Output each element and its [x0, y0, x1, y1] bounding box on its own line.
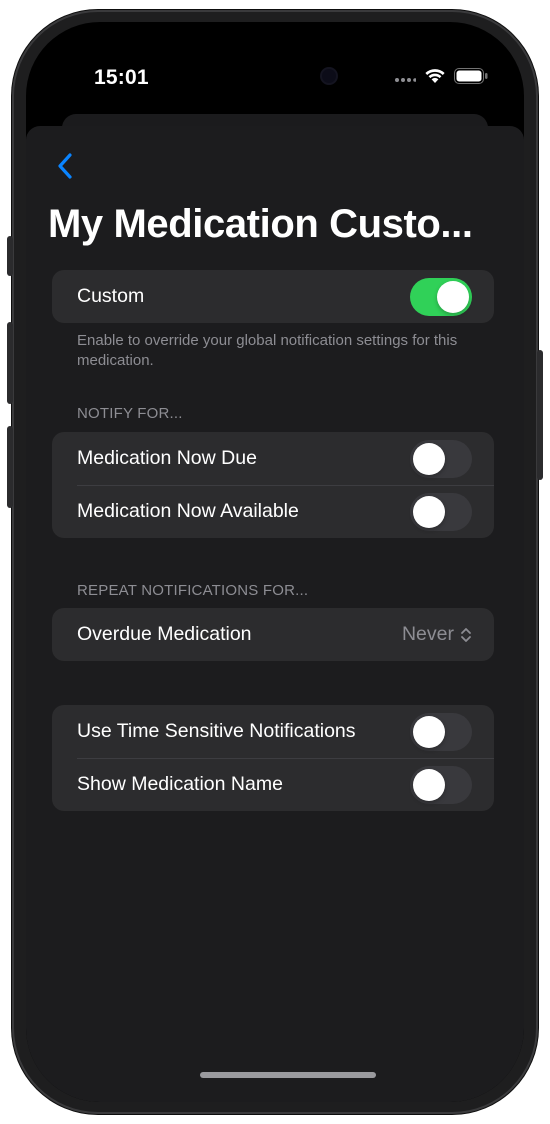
- power-button: [537, 350, 543, 480]
- options-group: Use Time Sensitive Notifications Show Me…: [52, 705, 494, 811]
- volume-up-button: [7, 322, 13, 404]
- overdue-medication-row[interactable]: Overdue Medication Never: [52, 608, 494, 661]
- notify-section-header: NOTIFY FOR...: [77, 405, 183, 422]
- show-medication-name-row: Show Medication Name: [52, 758, 494, 811]
- medication-now-available-row: Medication Now Available: [52, 485, 494, 538]
- custom-row: Custom: [52, 270, 494, 323]
- show-medication-name-label: Show Medication Name: [77, 773, 283, 795]
- time-sensitive-row: Use Time Sensitive Notifications: [52, 705, 494, 758]
- wifi-icon: [425, 69, 445, 83]
- medication-now-due-row: Medication Now Due: [52, 432, 494, 485]
- status-time: 15:01: [94, 66, 149, 89]
- time-sensitive-label: Use Time Sensitive Notifications: [77, 720, 356, 742]
- status-icons: [394, 68, 488, 84]
- medication-now-available-label: Medication Now Available: [77, 500, 299, 522]
- toggle-knob: [413, 495, 445, 528]
- custom-label: Custom: [77, 285, 145, 307]
- signal-icon: [395, 78, 416, 82]
- page-title: My Medication Custo...: [48, 202, 473, 246]
- show-medication-name-toggle[interactable]: [410, 765, 472, 804]
- repeat-picker-value: Never: [401, 623, 454, 645]
- camera-icon: [322, 69, 336, 83]
- toggle-knob: [413, 442, 445, 475]
- toggle-knob: [437, 280, 469, 313]
- time-sensitive-toggle[interactable]: [410, 712, 472, 751]
- status-bar: 15:01: [26, 22, 524, 114]
- battery-icon: [454, 68, 488, 84]
- phone-frame: 15:01 My Medication Custo... Custom Enab…: [7, 10, 543, 1114]
- medication-now-available-toggle[interactable]: [410, 492, 472, 531]
- settings-sheet: My Medication Custo... Custom Enable to …: [26, 126, 524, 1102]
- screen: 15:01 My Medication Custo... Custom Enab…: [26, 22, 524, 1102]
- medication-now-due-toggle[interactable]: [410, 439, 472, 478]
- chevron-up-down-icon: [461, 627, 471, 642]
- custom-footnote: Enable to override your global notificat…: [77, 332, 458, 369]
- repeat-group: Overdue Medication Never: [52, 608, 494, 661]
- volume-down-button: [7, 426, 13, 508]
- toggle-knob: [413, 768, 445, 801]
- repeat-picker[interactable]: Never: [402, 623, 472, 646]
- custom-group: Custom: [52, 270, 494, 323]
- custom-toggle[interactable]: [410, 277, 472, 316]
- chevron-left-icon: [58, 153, 72, 179]
- action-button: [7, 236, 13, 276]
- repeat-section-header: REPEAT NOTIFICATIONS FOR...: [77, 582, 309, 599]
- notify-group: Medication Now Due Medication Now Availa…: [52, 432, 494, 538]
- back-button[interactable]: [50, 148, 80, 184]
- home-indicator[interactable]: [200, 1072, 376, 1078]
- medication-now-due-label: Medication Now Due: [77, 447, 257, 469]
- overdue-medication-label: Overdue Medication: [77, 623, 252, 645]
- toggle-knob: [413, 715, 445, 748]
- dynamic-island: [211, 56, 339, 96]
